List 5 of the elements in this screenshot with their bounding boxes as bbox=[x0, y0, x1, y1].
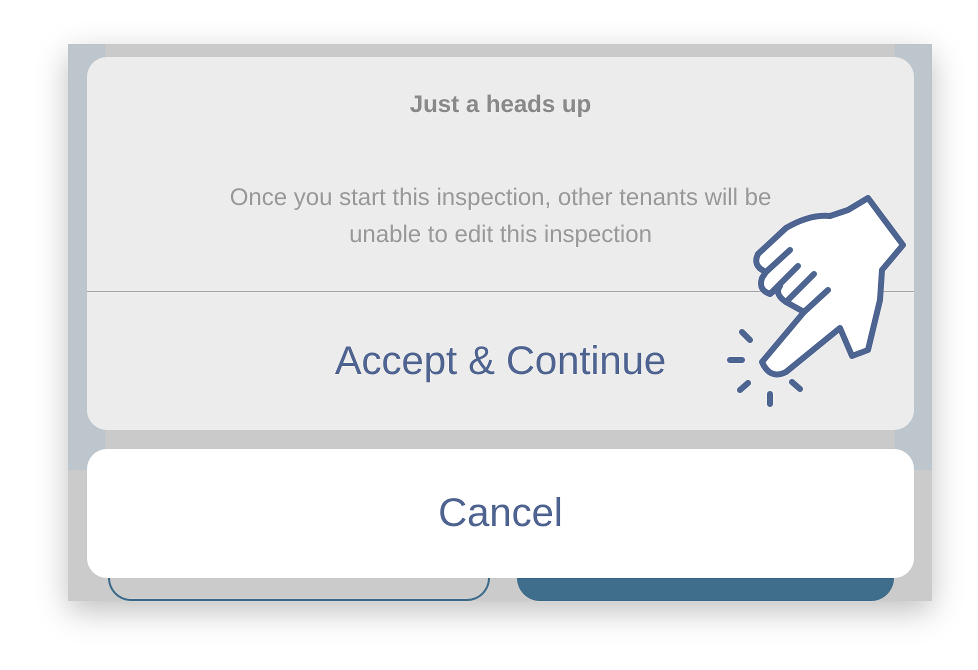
cancel-button[interactable]: Cancel bbox=[87, 449, 914, 578]
accept-button[interactable]: Accept & Continue bbox=[87, 292, 914, 430]
alert-title: Just a heads up bbox=[410, 91, 592, 119]
alert-message: Once you start this inspection, other tenants will be unable to edit this inspection bbox=[228, 183, 772, 250]
primary-button[interactable] bbox=[516, 578, 894, 601]
